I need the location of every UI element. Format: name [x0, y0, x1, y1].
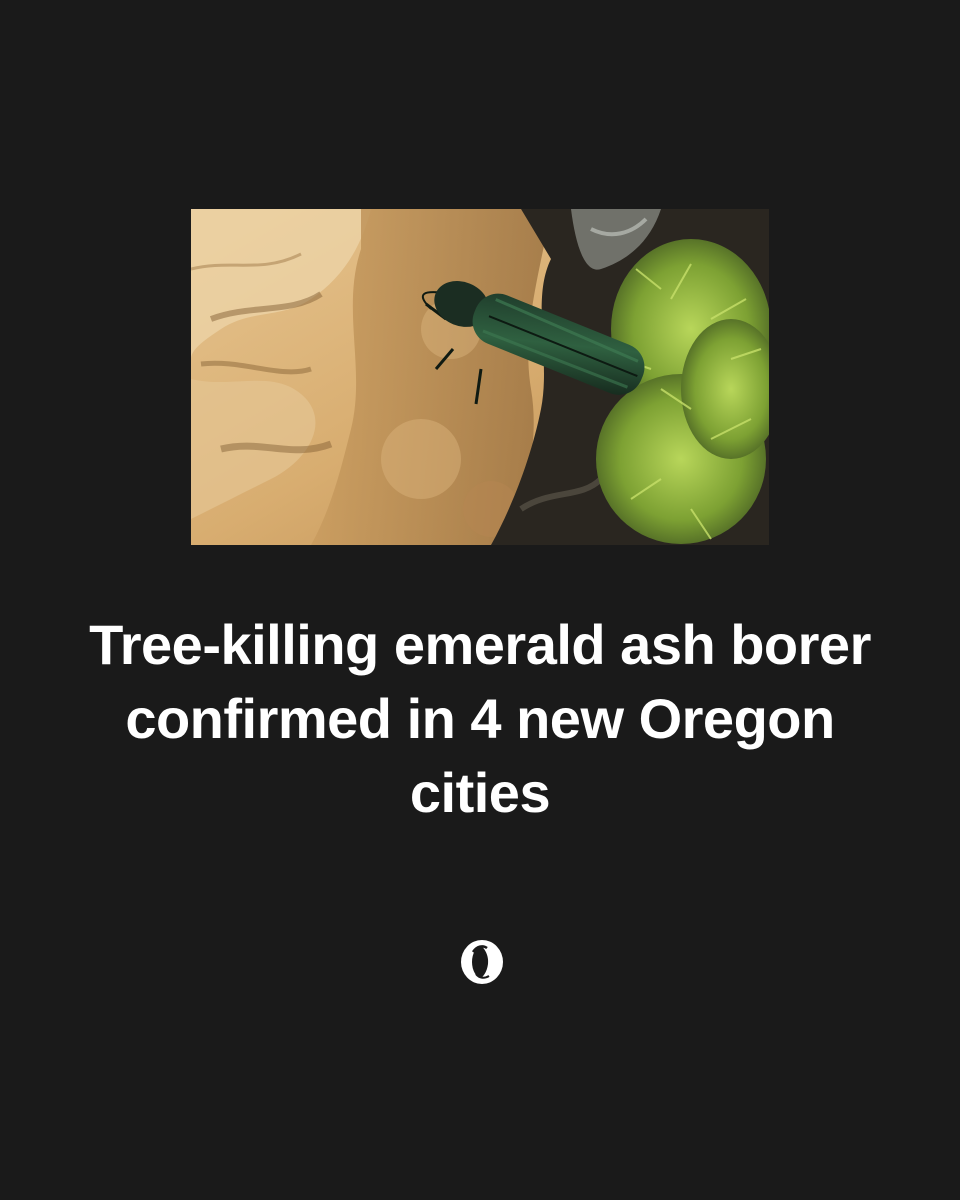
headline: Tree-killing emerald ash borer confirmed…: [89, 613, 871, 824]
oregonian-o-logo-icon: [459, 938, 505, 986]
beetle-photo-illustration: [191, 209, 769, 545]
beetle-photo: [191, 209, 769, 545]
story-card: Tree-killing emerald ash borer confirmed…: [0, 0, 960, 1200]
